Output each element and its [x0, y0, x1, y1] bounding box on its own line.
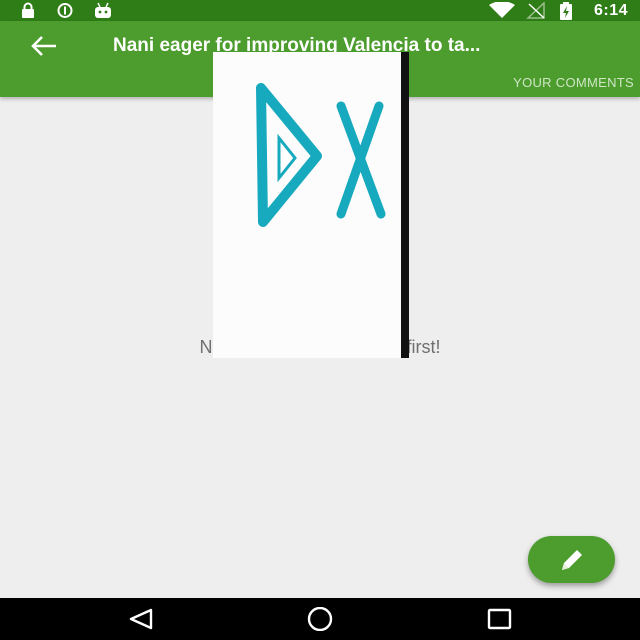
battery-charging-icon: [558, 2, 574, 20]
recents-square-icon: [485, 608, 515, 635]
nav-back-button[interactable]: [126, 607, 156, 631]
write-comment-button[interactable]: [528, 536, 615, 583]
arrow-left-icon: [24, 36, 64, 65]
tab-your-comments[interactable]: YOUR COMMENTS: [513, 75, 634, 90]
overlay-ad-panel[interactable]: [213, 52, 409, 358]
status-time: 6:14: [593, 2, 628, 19]
status-bar: 6:14: [0, 0, 640, 21]
home-circle-icon: [305, 606, 335, 635]
nav-home-button[interactable]: [305, 606, 335, 632]
back-button[interactable]: [24, 31, 64, 61]
navigation-bar: [0, 598, 640, 640]
no-signal-icon: [526, 1, 546, 19]
lock-icon: [19, 2, 37, 19]
sync-icon: [56, 2, 74, 19]
screen: 6:14 Nani eager for improving Valencia t…: [0, 0, 640, 640]
back-triangle-icon: [126, 608, 156, 635]
wifi-icon: [488, 1, 516, 19]
nav-recents-button[interactable]: [485, 607, 515, 631]
android-icon: [93, 2, 111, 19]
